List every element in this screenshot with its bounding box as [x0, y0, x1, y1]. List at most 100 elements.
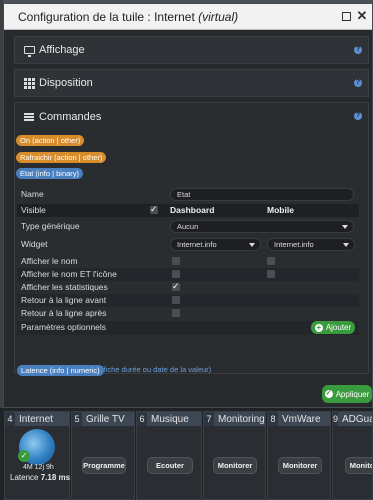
- dialog-content: Affichage ? Disposition ? Commandes ? On…: [4, 31, 372, 407]
- tile-internet[interactable]: 4 Internet ✓ 4M 12j 9h Latence 7.18 ms: [4, 411, 70, 500]
- help-icon[interactable]: ?: [354, 112, 362, 120]
- command-badge-latence[interactable]: Latence (info | numeric): [17, 365, 104, 376]
- tile-header: 8 VmWare: [268, 412, 330, 426]
- tile-adguard[interactable]: 9ADGuard Monitorer: [332, 411, 373, 500]
- widget-mobile-select[interactable]: Internet.info: [267, 238, 355, 251]
- widget-dashboard-value: Internet.info: [177, 240, 217, 249]
- ecouter-button[interactable]: Ecouter: [147, 457, 193, 474]
- apply-button[interactable]: ✓ Appliquer: [322, 385, 372, 403]
- option-dashboard-checkbox[interactable]: [172, 257, 180, 265]
- name-label: Name: [21, 189, 44, 199]
- grid-icon: [23, 77, 35, 89]
- option-label: Afficher le nom ET l'icône: [21, 269, 117, 279]
- add-param-label: Ajouter: [325, 323, 352, 332]
- option-label: Afficher les statistiques: [21, 282, 108, 292]
- monitorer-button[interactable]: Monitorer: [345, 457, 372, 474]
- monitorer-button[interactable]: Monitorer: [213, 457, 257, 474]
- section-disposition[interactable]: Disposition ?: [14, 69, 369, 97]
- tile-grille-tv[interactable]: 5 Grille TV Programme: [71, 411, 135, 500]
- dashboard-column-header: Dashboard: [170, 205, 215, 215]
- tile-title: Grille TV: [86, 413, 125, 425]
- command-badge-etat[interactable]: Etat (info | binary): [16, 168, 84, 179]
- option-label: Retour à la ligne après: [21, 308, 107, 318]
- generic-type-select[interactable]: Aucun: [170, 220, 354, 233]
- tile-config-dialog: Configuration de la tuile : Internet (vi…: [3, 3, 373, 408]
- widget-label: Widget: [21, 239, 48, 249]
- optional-params-row: Paramètres optionnels + Ajouter: [17, 321, 359, 335]
- tile-title: Internet: [19, 413, 53, 425]
- apply-button-label: Appliquer: [335, 389, 370, 399]
- name-input[interactable]: Etat: [170, 188, 354, 201]
- plus-icon: +: [314, 322, 323, 332]
- chevron-down-icon: [342, 225, 348, 229]
- option-dashboard-checkbox[interactable]: [172, 280, 180, 293]
- help-icon[interactable]: ?: [354, 79, 362, 87]
- mobile-column-header: Mobile: [267, 205, 294, 215]
- tile-title: VmWare: [282, 413, 321, 425]
- widget-row: Widget Internet.info Internet.info: [17, 238, 359, 251]
- visible-checkbox[interactable]: [150, 203, 158, 216]
- option-dashboard-checkbox[interactable]: [172, 270, 180, 278]
- section-disposition-label: Disposition: [39, 77, 93, 89]
- option-dashboard-checkbox[interactable]: [172, 296, 180, 304]
- option-row: Afficher les statistiques: [17, 280, 359, 294]
- check-icon: ✓: [324, 390, 333, 398]
- option-mobile-checkbox[interactable]: [267, 270, 275, 278]
- section-affichage-label: Affichage: [39, 44, 85, 56]
- generic-type-row: Type générique Aucun: [17, 220, 359, 233]
- close-icon[interactable]: ✕: [356, 9, 368, 22]
- dialog-titlebar[interactable]: Configuration de la tuile : Internet (vi…: [4, 4, 372, 30]
- chevron-down-icon: [343, 243, 349, 247]
- command-badge-on[interactable]: On (action | other): [16, 135, 85, 146]
- dashboard-background: 4 Internet ✓ 4M 12j 9h Latence 7.18 ms 5G…: [0, 408, 373, 500]
- generic-type-label: Type générique: [21, 221, 80, 231]
- tile-vmware[interactable]: 8 VmWare Monitorer: [267, 411, 331, 500]
- tile-number: 9: [333, 412, 339, 426]
- tile-title: ADGuard: [342, 413, 372, 425]
- option-label: Retour à la ligne avant: [21, 295, 107, 305]
- list-icon: [23, 112, 35, 122]
- section-commandes[interactable]: Commandes ?: [15, 103, 368, 131]
- widget-dashboard-select[interactable]: Internet.info: [170, 238, 261, 251]
- name-row: Name Etat: [17, 188, 359, 201]
- option-dashboard-checkbox[interactable]: [172, 309, 180, 317]
- tile-number: 8: [268, 412, 278, 426]
- option-row: Afficher le nom ET l'icône: [17, 268, 359, 281]
- tile-header: 4 Internet: [5, 412, 69, 426]
- tile-number: 5: [72, 412, 82, 426]
- visible-row: Visible Dashboard Mobile: [17, 203, 359, 217]
- option-mobile-checkbox[interactable]: [267, 257, 275, 265]
- section-affichage[interactable]: Affichage ?: [14, 36, 369, 64]
- monitorer-button[interactable]: Monitorer: [278, 457, 322, 474]
- tile-header: 5 Grille TV: [72, 412, 134, 426]
- tile-monitoring[interactable]: 7 Monitoring Monitorer: [203, 411, 266, 500]
- add-param-button[interactable]: + Ajouter: [311, 321, 355, 334]
- dialog-title: Configuration de la tuile : Internet (vi…: [18, 9, 239, 24]
- section-commandes-label: Commandes: [39, 111, 102, 123]
- option-label: Afficher le nom: [21, 256, 78, 266]
- help-icon[interactable]: ?: [354, 46, 362, 54]
- tile-header: 9ADGuard: [333, 412, 372, 426]
- tile-title: Monitoring: [218, 413, 265, 425]
- option-row: Retour à la ligne après: [17, 307, 359, 320]
- latency-label: Latence: [10, 473, 39, 482]
- tile-header: 6 Musique: [137, 412, 201, 426]
- tile-musique[interactable]: 6 Musique Ecouter: [136, 411, 202, 500]
- generic-type-value: Aucun: [177, 222, 199, 231]
- visible-label: Visible: [21, 205, 46, 215]
- command-badge-rafraichir[interactable]: Rafraichir (action | other): [16, 152, 107, 163]
- programme-button[interactable]: Programme: [82, 457, 126, 474]
- latency-readout: Latence 7.18 ms: [10, 473, 70, 482]
- tile-number: 7: [204, 412, 214, 426]
- tile-number: 4: [5, 412, 15, 426]
- tile-number: 6: [137, 412, 147, 426]
- option-row: Afficher le nom: [17, 255, 359, 268]
- chevron-down-icon: [249, 243, 255, 247]
- monitor-icon: [23, 45, 35, 57]
- tile-title: Musique: [151, 413, 189, 425]
- check-icon: ✓: [18, 450, 30, 462]
- widget-mobile-value: Internet.info: [274, 240, 314, 249]
- option-row: Retour à la ligne avant: [17, 294, 359, 307]
- maximize-icon[interactable]: [342, 12, 351, 21]
- uptime-value: 4M 12j 9h: [23, 464, 54, 471]
